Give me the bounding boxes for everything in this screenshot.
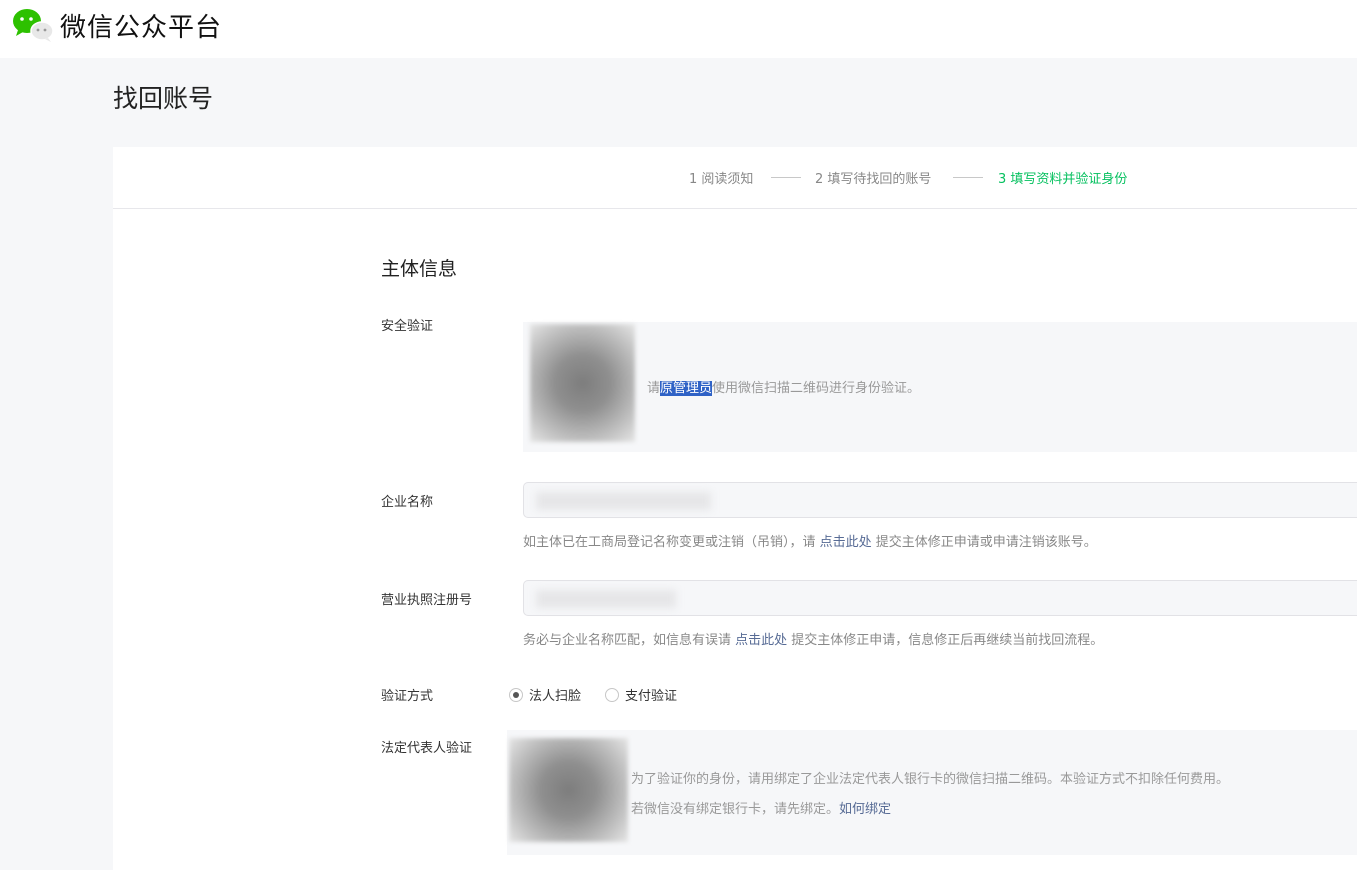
brand-title[interactable]: 微信公众平台 (60, 7, 222, 44)
company-name-hint: 如主体已在工商局登记名称变更或注销（吊销），请 点击此处 提交主体修正申请或申请… (523, 535, 1097, 550)
step-divider (771, 177, 801, 178)
radio-payment-verify[interactable]: 支付验证 (605, 685, 677, 704)
verify-method-label: 验证方式 (381, 689, 434, 704)
legal-rep-bind-hint: 若微信没有绑定银行卡，请先绑定。如何绑定 (631, 802, 892, 817)
step-divider (953, 177, 983, 178)
company-name-value (536, 492, 711, 510)
company-name-input[interactable] (523, 482, 1357, 518)
radio-unchecked-icon[interactable] (605, 688, 619, 702)
legal-rep-instruction: 为了验证你的身份，请用绑定了企业法定代表人银行卡的微信扫描二维码。本验证方式不扣… (631, 772, 1230, 787)
license-number-input[interactable] (523, 580, 1357, 616)
page-title: 找回账号 (113, 84, 214, 113)
company-fix-link[interactable]: 点击此处 (820, 535, 872, 550)
legal-rep-qr-panel: 为了验证你的身份，请用绑定了企业法定代表人银行卡的微信扫描二维码。本验证方式不扣… (507, 730, 1357, 855)
section-title: 主体信息 (381, 258, 458, 280)
step-indicator: 1 阅读须知 2 填写待找回的账号 3 填写资料并验证身份 (113, 147, 1357, 209)
qr-code-image (509, 738, 628, 842)
security-label: 安全验证 (381, 319, 434, 334)
step-2: 2 填写待找回的账号 (815, 172, 932, 187)
license-number-hint: 务必与企业名称匹配，如信息有误请 点击此处 提交主体修正申请，信息修正后再继续当… (523, 633, 1104, 648)
form-card: 1 阅读须知 2 填写待找回的账号 3 填写资料并验证身份 主体信息 安全验证 … (113, 147, 1357, 870)
step-3-active: 3 填写资料并验证身份 (998, 172, 1128, 187)
radio-face-scan[interactable]: 法人扫脸 (509, 685, 581, 704)
security-instruction: 请原管理员使用微信扫描二维码进行身份验证。 (647, 381, 921, 396)
how-to-bind-link[interactable]: 如何绑定 (839, 802, 891, 817)
security-qr-panel: 请原管理员使用微信扫描二维码进行身份验证。 (523, 322, 1357, 452)
radio-checked-icon[interactable] (509, 688, 523, 702)
wechat-logo-icon[interactable] (12, 8, 54, 42)
license-number-value (536, 590, 676, 608)
highlighted-text: 原管理员 (660, 381, 713, 396)
license-number-label: 营业执照注册号 (381, 593, 473, 608)
top-bar: 微信公众平台 (0, 0, 1357, 58)
step-1: 1 阅读须知 (689, 172, 754, 187)
legal-rep-label: 法定代表人验证 (381, 741, 473, 756)
qr-code-image (530, 324, 635, 442)
company-name-label: 企业名称 (381, 495, 434, 510)
license-fix-link[interactable]: 点击此处 (735, 633, 787, 648)
